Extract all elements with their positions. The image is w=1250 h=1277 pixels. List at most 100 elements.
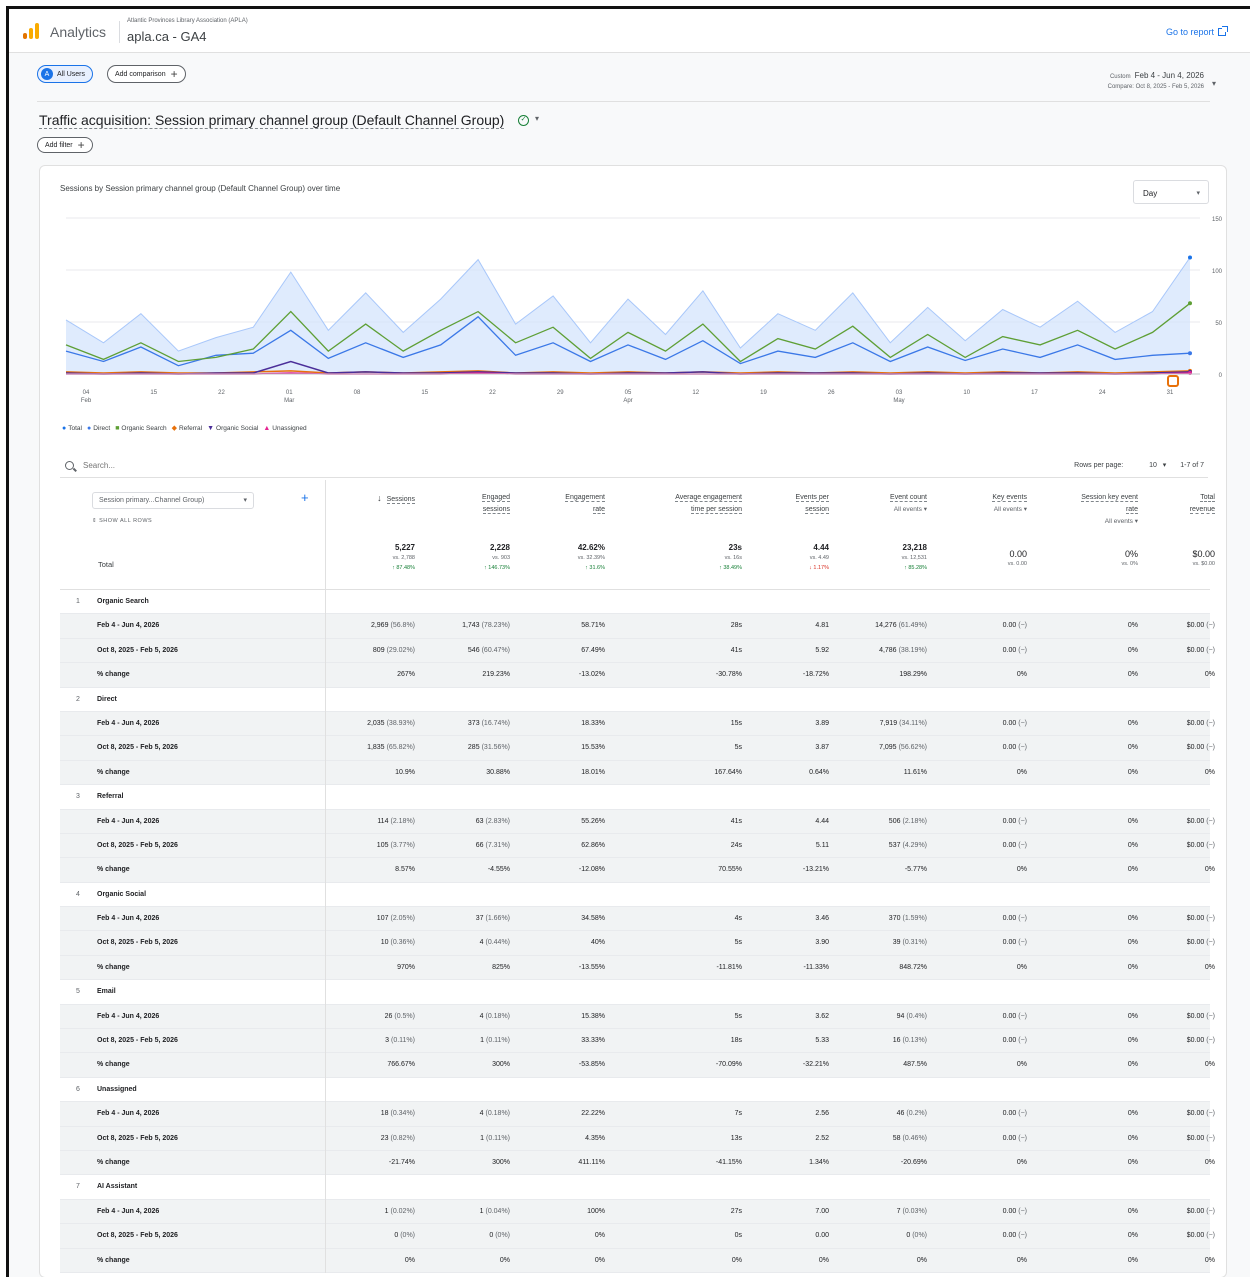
legend-item[interactable]: ▲ Unassigned bbox=[263, 424, 306, 432]
legend-item[interactable]: ● Total bbox=[62, 424, 82, 432]
rows-per-page-select[interactable]: 10 ▾ bbox=[1137, 462, 1166, 469]
event-filter-select[interactable]: All events ▾ bbox=[947, 504, 1027, 516]
table-body: 1 Organic Search Feb 4 - Jun 4, 2026 2,969(… bbox=[60, 590, 1215, 1273]
column-header[interactable]: ↓ Sessions bbox=[335, 492, 415, 506]
cell-value: 0% bbox=[1127, 1134, 1138, 1142]
cell-percent: (0%) bbox=[495, 1232, 510, 1240]
cell-percent: (−) bbox=[1018, 646, 1027, 654]
cell-percent: (0.31%) bbox=[902, 939, 927, 947]
table-cell: 7 (0.03%) bbox=[897, 1208, 927, 1215]
total-previous-value: vs. $0.00 bbox=[1192, 561, 1215, 567]
cell-value: 0% bbox=[1127, 1158, 1138, 1166]
table-cell: 66 (7.31%) bbox=[476, 842, 510, 849]
table-cell: 0% bbox=[1128, 1013, 1138, 1020]
cell-value: 0 bbox=[489, 1232, 494, 1240]
table-cell: $0.00 (−) bbox=[1187, 744, 1215, 751]
table-cell: 0% bbox=[1128, 1037, 1138, 1044]
channel-name[interactable]: Organic Social bbox=[97, 891, 146, 898]
cell-value: $0.00 bbox=[1186, 1037, 1205, 1045]
column-header[interactable]: Average engagement time per session bbox=[612, 492, 742, 516]
cell-value: 0% bbox=[916, 1256, 927, 1264]
cell-percent: (0.02%) bbox=[390, 1207, 415, 1215]
legend-item[interactable]: ● Direct bbox=[87, 424, 110, 432]
column-header[interactable]: Total revenue bbox=[1135, 492, 1215, 516]
go-to-report-link[interactable]: Go to report bbox=[1166, 26, 1228, 37]
table-cell: 70.55% bbox=[718, 866, 742, 873]
column-header[interactable]: Event count All events ▾ bbox=[847, 492, 927, 516]
event-filter-select[interactable]: All events ▾ bbox=[1038, 516, 1138, 528]
row-label: Oct 8, 2025 - Feb 5, 2026 bbox=[97, 1037, 178, 1045]
channel-name[interactable]: Direct bbox=[97, 696, 117, 703]
date-range-picker[interactable]: Custom Feb 4 - Jun 4, 2026 Compare: Oct 8… bbox=[1108, 71, 1204, 90]
plus-icon: + bbox=[77, 138, 85, 152]
add-comparison-button[interactable]: Add comparison + bbox=[107, 65, 186, 83]
row-label: % change bbox=[97, 963, 130, 971]
cell-percent: (0.18%) bbox=[485, 1012, 510, 1020]
show-all-rows-button[interactable]: ⇕ SHOW ALL ROWS bbox=[92, 518, 152, 524]
add-dimension-plus-icon[interactable]: + bbox=[301, 490, 309, 505]
cell-value: 809 bbox=[372, 646, 385, 654]
legend-item[interactable]: ■ Organic Search bbox=[115, 424, 166, 432]
cell-value: 848.72% bbox=[899, 963, 927, 971]
table-cell: 0.00 (−) bbox=[1003, 1232, 1027, 1239]
cell-value: 46 bbox=[896, 1110, 905, 1118]
x-tick-label: 29 bbox=[557, 390, 564, 396]
sessions-line-chart[interactable]: 150 100 50 0 04 Feb 15 22 01 Mar 08 15 22 29 05 Apr 12 19… bbox=[40, 210, 1226, 420]
table-cell: 0% bbox=[1017, 1257, 1027, 1264]
chevron-down-icon[interactable]: ▾ bbox=[1212, 79, 1216, 88]
x-tick-label: 22 bbox=[489, 390, 496, 396]
cell-percent: (−) bbox=[1206, 841, 1215, 849]
cell-value: 1.34% bbox=[809, 1158, 829, 1166]
cell-value: 1,743 bbox=[462, 622, 480, 630]
cell-percent: (−) bbox=[1018, 1207, 1027, 1215]
cell-value: 18.01% bbox=[581, 768, 605, 776]
granularity-select[interactable]: Day ▾ bbox=[1133, 180, 1209, 204]
chart-title: Sessions by Session primary channel grou… bbox=[60, 184, 341, 193]
column-header[interactable]: Engaged sessions bbox=[430, 492, 510, 516]
legend-item[interactable]: ◆ Referral bbox=[172, 424, 203, 433]
channel-name[interactable]: Unassigned bbox=[97, 1086, 137, 1093]
event-filter-select[interactable]: All events ▾ bbox=[847, 504, 927, 516]
table-cell: 0 (0%) bbox=[906, 1232, 927, 1239]
segment-chip-all-users[interactable]: A All Users bbox=[37, 65, 94, 83]
row-number: 1 bbox=[76, 598, 80, 605]
total-previous-value: vs. 16s bbox=[724, 555, 742, 561]
column-header[interactable]: Engagement rate bbox=[525, 492, 605, 516]
add-filter-button[interactable]: Add filter + bbox=[37, 137, 93, 153]
cell-percent: (−) bbox=[1206, 622, 1215, 630]
chevron-down-icon[interactable]: ▾ bbox=[535, 114, 539, 123]
table-row: % change 8.57% -4.55% -12.08% 70.55% -13.21% -… bbox=[60, 858, 1215, 883]
channel-name[interactable]: Organic Search bbox=[97, 598, 149, 605]
table-cell: 4,786 (38.19%) bbox=[879, 647, 927, 654]
column-header[interactable]: Events per session bbox=[759, 492, 829, 516]
cell-percent: (−) bbox=[1018, 622, 1027, 630]
cell-value: 0% bbox=[818, 1256, 829, 1264]
column-header[interactable]: Session key event rate All events ▾ bbox=[1038, 492, 1138, 528]
cell-value: -30.78% bbox=[715, 671, 742, 679]
row-label: Feb 4 - Jun 4, 2026 bbox=[97, 1012, 160, 1020]
sort-arrow-icon[interactable]: ↓ bbox=[377, 493, 382, 503]
property-selector[interactable]: apla.ca - GA4 bbox=[127, 29, 207, 44]
cell-value: 4.35% bbox=[585, 1134, 605, 1142]
dimension-select[interactable]: Session primary...Channel Group) ▾ bbox=[92, 492, 254, 509]
app-frame: Analytics Atlantic Provinces Library Ass… bbox=[6, 6, 1250, 1277]
cell-value: 0.00 bbox=[1002, 841, 1017, 849]
table-cell: 2,969 (56.8%) bbox=[371, 622, 415, 629]
legend-item[interactable]: ▼ Organic Social bbox=[207, 424, 258, 432]
cell-value: 1 bbox=[384, 1207, 389, 1215]
channel-name[interactable]: AI Assistant bbox=[97, 1183, 137, 1190]
table-cell: 10 (0.36%) bbox=[381, 939, 415, 946]
cell-value: $0.00 bbox=[1186, 939, 1205, 947]
table-row: Oct 8, 2025 - Feb 5, 2026 10 (0.36%) 4 (0.44… bbox=[60, 931, 1215, 956]
channel-name[interactable]: Email bbox=[97, 988, 116, 995]
cell-value: 0% bbox=[1127, 939, 1138, 947]
anomaly-marker-icon[interactable] bbox=[1167, 375, 1179, 387]
cell-percent: (−) bbox=[1206, 1012, 1215, 1020]
cell-value: 0.00 bbox=[815, 1232, 829, 1240]
cell-percent: (78.23%) bbox=[481, 622, 510, 630]
column-header[interactable]: Key events All events ▾ bbox=[947, 492, 1027, 516]
cell-value: 3.62 bbox=[815, 1012, 829, 1020]
channel-name[interactable]: Referral bbox=[97, 793, 123, 800]
row-number: 4 bbox=[76, 890, 80, 898]
table-search-input[interactable] bbox=[83, 461, 283, 470]
